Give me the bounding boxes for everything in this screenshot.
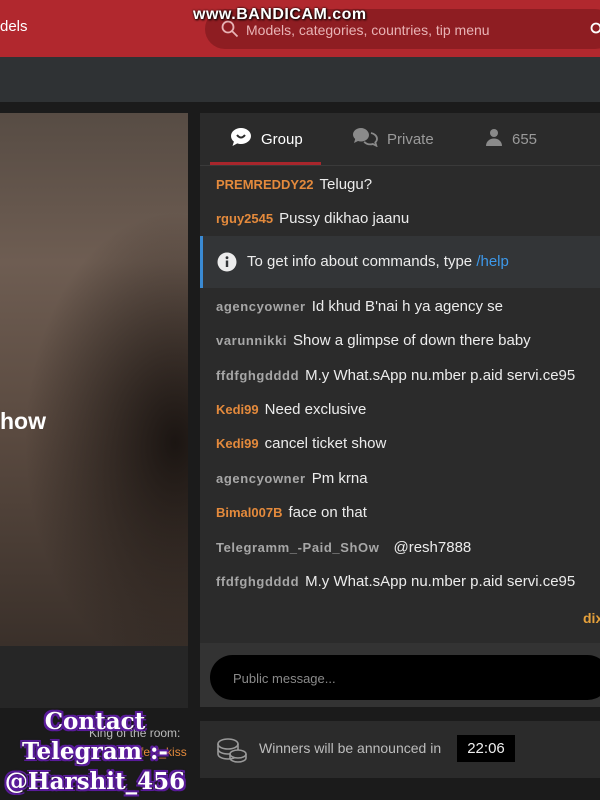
user-icon [485, 128, 503, 151]
contact-line-3: @Harshit_456 [4, 768, 186, 795]
commands-info-notice: To get info about commands, type /help [200, 236, 600, 288]
chat-username[interactable]: agencyowner [216, 299, 306, 314]
chat-message: ffdfghgdddd M.y What.sApp nu.mber p.aid … [216, 358, 575, 392]
chat-text: Id khud B'nai h ya agency se [311, 297, 504, 315]
info-message: To get info about commands, type [247, 253, 473, 270]
tabs-divider [200, 165, 600, 166]
chat-message: Kedi99 Need exclusive [216, 392, 366, 426]
video-player[interactable]: how [0, 113, 188, 646]
chat-username[interactable]: Kedi99 [216, 436, 259, 451]
chat-bubble-icon [230, 127, 252, 152]
chat-message: varunnikki Show a glimpse of down there … [216, 323, 531, 357]
search-placeholder: Models, categories, countries, tip menu [246, 22, 490, 38]
chat-username[interactable]: ffdfghgdddd [216, 368, 299, 383]
tab-private[interactable]: Private [352, 113, 434, 165]
sub-nav-bar [0, 57, 600, 102]
gear-icon[interactable] [588, 20, 600, 41]
chat-text: M.y What.sApp nu.mber p.aid servi.ce95 [305, 366, 576, 384]
user-count: 655 [512, 130, 538, 148]
chat-text: @resh7888 [393, 538, 472, 556]
chat-message: PREMREDDY22 Telugu? [216, 167, 372, 201]
chat-username[interactable]: ffdfghgdddd [216, 574, 299, 589]
video-controls-area [0, 646, 188, 708]
chat-message: Bimal007B face on that [216, 495, 367, 529]
contact-overlay: Contact Telegram :- @Harshit_456 [0, 707, 194, 797]
chat-username[interactable]: rguy2545 [216, 211, 273, 226]
recorder-watermark: www.BANDICAM.com [193, 6, 367, 23]
chat-username[interactable]: Bimal007B [216, 505, 282, 520]
tab-users[interactable]: 655 [485, 113, 537, 165]
chat-footer-fragment: dix [583, 610, 600, 626]
public-message-placeholder: Public message... [233, 671, 336, 686]
coins-icon [216, 735, 248, 768]
chat-username[interactable]: varunnikki [216, 333, 287, 348]
tab-group[interactable]: Group [230, 113, 303, 165]
chat-username[interactable]: PREMREDDY22 [216, 177, 314, 192]
video-caption: how [0, 408, 46, 434]
chat-text: Pussy dikhao jaanu [279, 209, 410, 227]
chat-message: Telegramm_-Paid_ShOw @resh7888 [216, 530, 471, 564]
chat-username[interactable]: agencyowner [216, 471, 306, 486]
tab-group-label: Group [261, 130, 303, 148]
chat-text: M.y What.sApp nu.mber p.aid servi.ce95 [305, 572, 576, 590]
chat-message: rguy2545 Pussy dikhao jaanu [216, 201, 409, 235]
contact-line-2: Telegram :- [22, 738, 168, 765]
countdown-timer: 22:06 [457, 735, 515, 762]
models-nav-link[interactable]: dels [0, 18, 28, 35]
info-text: To get info about commands, type /help [247, 253, 509, 270]
chat-message: agencyowner Pm krna [216, 461, 368, 495]
chat-text: cancel ticket show [264, 434, 387, 452]
chat-message: agencyowner Id khud B'nai h ya agency se [216, 289, 503, 323]
private-chat-icon [352, 127, 378, 152]
help-command-link[interactable]: /help [476, 253, 509, 270]
chat-text: Need exclusive [264, 400, 367, 418]
contact-line-1: Contact [44, 708, 146, 735]
chat-footer [200, 600, 600, 643]
public-message-input[interactable]: Public message... [210, 655, 600, 700]
chat-text: Telugu? [319, 175, 373, 193]
chat-username[interactable]: Kedi99 [216, 402, 259, 417]
chat-text: face on that [288, 503, 367, 521]
chat-message: Kedi99 cancel ticket show [216, 426, 386, 460]
chat-text: Show a glimpse of down there baby [293, 331, 531, 349]
chat-text: Pm krna [311, 469, 368, 487]
winners-text: Winners will be announced in [259, 740, 442, 756]
winners-bar: Winners will be announced in 22:06 [200, 721, 600, 778]
chat-username[interactable]: Telegramm_-Paid_ShOw [216, 540, 379, 555]
chat-message: ffdfghgdddd M.y What.sApp nu.mber p.aid … [216, 564, 575, 598]
tab-private-label: Private [387, 130, 434, 148]
info-icon [217, 252, 237, 277]
